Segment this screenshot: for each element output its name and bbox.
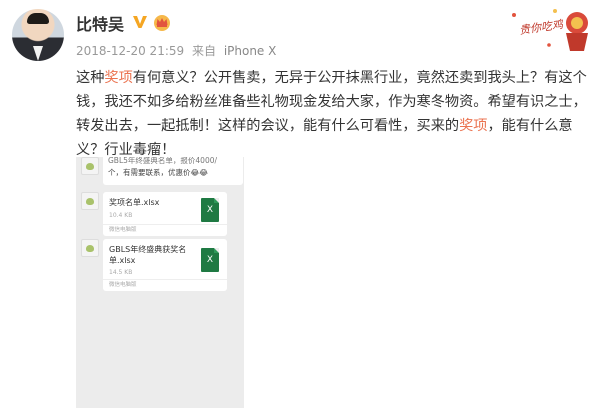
crown-icon[interactable] (152, 12, 172, 32)
post-meta: 2018-12-20 21:59 来自 iPhone X (76, 42, 280, 59)
attached-chat-screenshot[interactable]: GBL5年终盛典名单，报价4000/ 个，有需要联系，优惠价😂😂 奖项名单.xl… (76, 157, 244, 408)
excel-file-icon: X (201, 248, 219, 272)
keyword-link[interactable]: 奖项 (104, 70, 132, 86)
avatar[interactable] (12, 9, 64, 61)
file-card[interactable]: GBLS年终盛典获奖名单.xlsx 14.5 KB X 微信电脑版 (103, 239, 227, 291)
username[interactable]: 比特吴 (76, 11, 124, 35)
keyword-link[interactable]: 奖项 (459, 118, 487, 134)
v-verified-icon (133, 16, 147, 28)
file-size: 14.5 KB (109, 269, 133, 276)
chat-avatar-icon (81, 239, 99, 257)
file-footer: 微信电脑版 (103, 279, 227, 291)
chat-avatar-icon (81, 157, 99, 175)
chat-message-line: GBL5年终盛典名单，报价4000/ (108, 157, 218, 165)
post-device[interactable]: iPhone X (224, 44, 277, 58)
file-card[interactable]: 奖项名单.xlsx 10.4 KB X 微信电脑版 (103, 192, 227, 236)
file-size: 10.4 KB (109, 212, 133, 219)
excel-file-icon: X (201, 198, 219, 222)
avatar-hair (27, 13, 49, 24)
post-text-segment: 这种 (76, 70, 105, 86)
post-body: 这种奖项有何意义？公开售卖，无异于公开抹黑行业，竟然还卖到我头上？有这个钱，我还… (76, 66, 592, 162)
file-name: GBLS年终盛典获奖名单.xlsx (109, 245, 187, 265)
chat-message-line: 个，有需要联系，优惠价😂😂 (108, 168, 209, 177)
file-name: 奖项名单.xlsx (109, 198, 160, 207)
avatar-shirt (33, 46, 43, 61)
decorative-sticker: 贵你吃鸡 (505, 5, 595, 55)
chat-message-bubble: GBL5年终盛典名单，报价4000/ 个，有需要联系，优惠价😂😂 (103, 157, 243, 185)
file-footer: 微信电脑版 (103, 224, 227, 236)
chat-avatar-icon (81, 192, 99, 210)
post-timestamp[interactable]: 2018-12-20 21:59 (76, 44, 184, 58)
post-source-prefix: 来自 (191, 44, 216, 58)
